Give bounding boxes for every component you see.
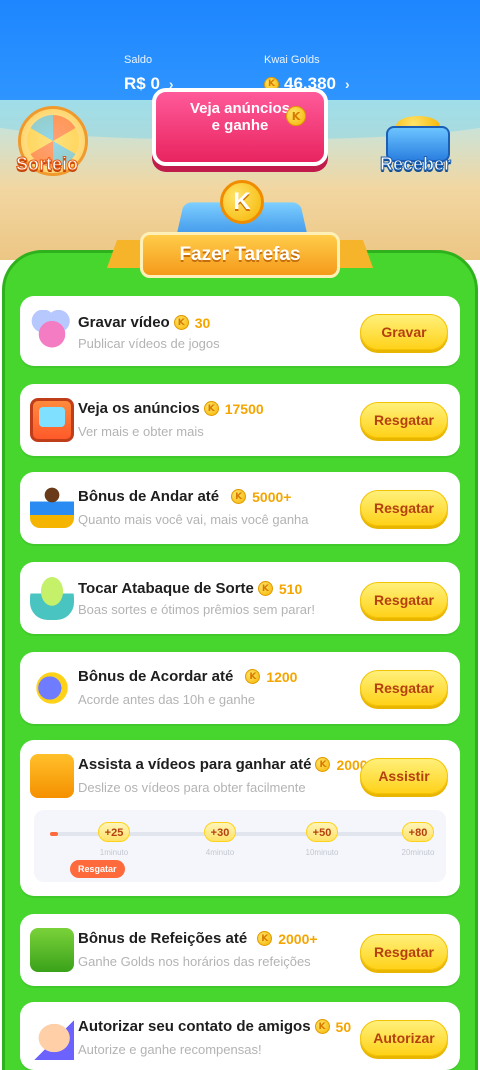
task-reward: 5000+ bbox=[252, 488, 292, 505]
claim-step-button[interactable]: Resgatar bbox=[70, 860, 125, 878]
autorizar-button[interactable]: Autorizar bbox=[360, 1020, 448, 1056]
task-description: Acorde antes das 10h e ganhe bbox=[78, 692, 256, 707]
watch-ads-button[interactable]: Veja anúncios e ganhe K bbox=[152, 88, 328, 166]
golds-label: Kwai Golds bbox=[264, 54, 320, 66]
progress-step: +30 4minuto bbox=[198, 822, 242, 857]
resgatar-button[interactable]: Resgatar bbox=[360, 582, 448, 618]
k-coin-icon: K bbox=[314, 1019, 330, 1034]
progress-fill bbox=[50, 832, 58, 836]
tv-icon bbox=[30, 398, 74, 442]
camera-icon bbox=[30, 310, 74, 354]
task-title: Bônus de Refeições até bbox=[78, 930, 248, 947]
task-title: Tocar Atabaque de Sorte bbox=[78, 580, 254, 597]
task-card-meal-bonus: Bônus de Refeições até K 2000+ Ganhe Gol… bbox=[20, 914, 460, 986]
step-duration: 10minuto bbox=[305, 848, 339, 857]
receber-button[interactable]: Receber bbox=[379, 154, 451, 175]
tasks-ribbon-title: Fazer Tarefas bbox=[140, 232, 340, 278]
k-coin-icon: K bbox=[220, 180, 264, 224]
k-coin-icon: K bbox=[203, 401, 219, 416]
resgatar-button[interactable]: Resgatar bbox=[360, 934, 448, 970]
balance-header: Saldo R$ 0 › Kwai Golds K 46.380 › bbox=[0, 0, 480, 100]
resgatar-button[interactable]: Resgatar bbox=[360, 670, 448, 706]
progress-step: +25 1minuto bbox=[92, 822, 136, 857]
resgatar-button[interactable]: Resgatar bbox=[360, 490, 448, 526]
task-title: Veja os anúncios bbox=[78, 400, 200, 417]
k-coin-icon: K bbox=[315, 757, 331, 772]
k-coin-icon: K bbox=[245, 669, 261, 684]
task-description: Ganhe Golds nos horários das refeições bbox=[78, 954, 311, 969]
video-camera-icon bbox=[30, 754, 74, 798]
task-reward: 17500 bbox=[224, 400, 264, 417]
step-reward-chip: +25 bbox=[97, 822, 131, 842]
step-reward-chip: +30 bbox=[203, 822, 237, 842]
task-reward: 510 bbox=[278, 580, 303, 597]
task-reward: 1200 bbox=[266, 668, 298, 685]
k-coin-icon: K bbox=[231, 489, 247, 504]
k-coin-icon: K bbox=[173, 315, 189, 330]
task-card-watch-videos: Assista a vídeos para ganhar até K 2000 … bbox=[20, 740, 460, 896]
sorteio-button[interactable]: Sorteio bbox=[15, 154, 78, 175]
runner-icon bbox=[30, 484, 74, 528]
k-coin-icon: K bbox=[257, 581, 273, 596]
task-title: Bônus de Acordar até bbox=[78, 668, 234, 685]
step-reward-chip: +80 bbox=[401, 822, 435, 842]
assistir-button[interactable]: Assistir bbox=[360, 758, 448, 794]
resgatar-button[interactable]: Resgatar bbox=[360, 402, 448, 438]
progress-step: +80 20minuto bbox=[396, 822, 440, 857]
k-coin-icon: K bbox=[257, 931, 273, 946]
task-reward: 30 bbox=[194, 314, 211, 331]
task-card-wake-bonus: Bônus de Acordar até K 1200 Acorde antes… bbox=[20, 652, 460, 724]
progress-step: +50 10minuto bbox=[300, 822, 344, 857]
chevron-right-icon: › bbox=[345, 76, 350, 92]
meal-icon bbox=[30, 928, 74, 972]
task-card-lucky-drum: Tocar Atabaque de Sorte K 510 Boas sorte… bbox=[20, 562, 460, 634]
task-description: Quanto mais você vai, mais você ganha bbox=[78, 512, 309, 527]
saldo-value: R$ 0 bbox=[124, 74, 160, 93]
task-card-record-video: Gravar vídeo K 30 Publicar vídeos de jog… bbox=[20, 296, 460, 366]
task-card-authorize-contacts: Autorizar seu contato de amigos K 50 Aut… bbox=[20, 1002, 460, 1070]
task-reward: 50 bbox=[335, 1018, 352, 1035]
task-title: Autorizar seu contato de amigos bbox=[78, 1018, 311, 1035]
task-title: Gravar vídeo bbox=[78, 314, 170, 331]
alarm-clock-icon bbox=[30, 666, 74, 710]
task-title: Bônus de Andar até bbox=[78, 488, 220, 505]
gravar-button[interactable]: Gravar bbox=[360, 314, 448, 350]
task-description: Autorize e ganhe recompensas! bbox=[78, 1042, 262, 1057]
watch-progress-track: +25 1minuto +30 4minuto +50 10minuto +80… bbox=[34, 810, 446, 882]
step-duration: 4minuto bbox=[205, 848, 235, 857]
step-duration: 20minuto bbox=[401, 848, 435, 857]
saldo-label: Saldo bbox=[124, 54, 153, 66]
task-reward: 2000+ bbox=[278, 930, 318, 947]
task-card-walk-bonus: Bônus de Andar até K 5000+ Quanto mais v… bbox=[20, 472, 460, 544]
step-duration: 1minuto bbox=[99, 848, 129, 857]
task-description: Ver mais e obter mais bbox=[78, 424, 204, 439]
drum-icon bbox=[30, 576, 74, 620]
task-description: Boas sortes e ótimos prêmios sem parar! bbox=[78, 602, 315, 617]
task-description: Deslize os vídeos para obter facilmente bbox=[78, 780, 306, 795]
task-title: Assista a vídeos para ganhar até bbox=[78, 756, 312, 773]
task-description: Publicar vídeos de jogos bbox=[78, 336, 220, 351]
hand-icon bbox=[30, 1016, 74, 1060]
task-card-watch-ads: Veja os anúncios K 17500 Ver mais e obte… bbox=[20, 384, 460, 456]
step-reward-chip: +50 bbox=[305, 822, 339, 842]
k-coin-icon: K bbox=[286, 106, 306, 126]
